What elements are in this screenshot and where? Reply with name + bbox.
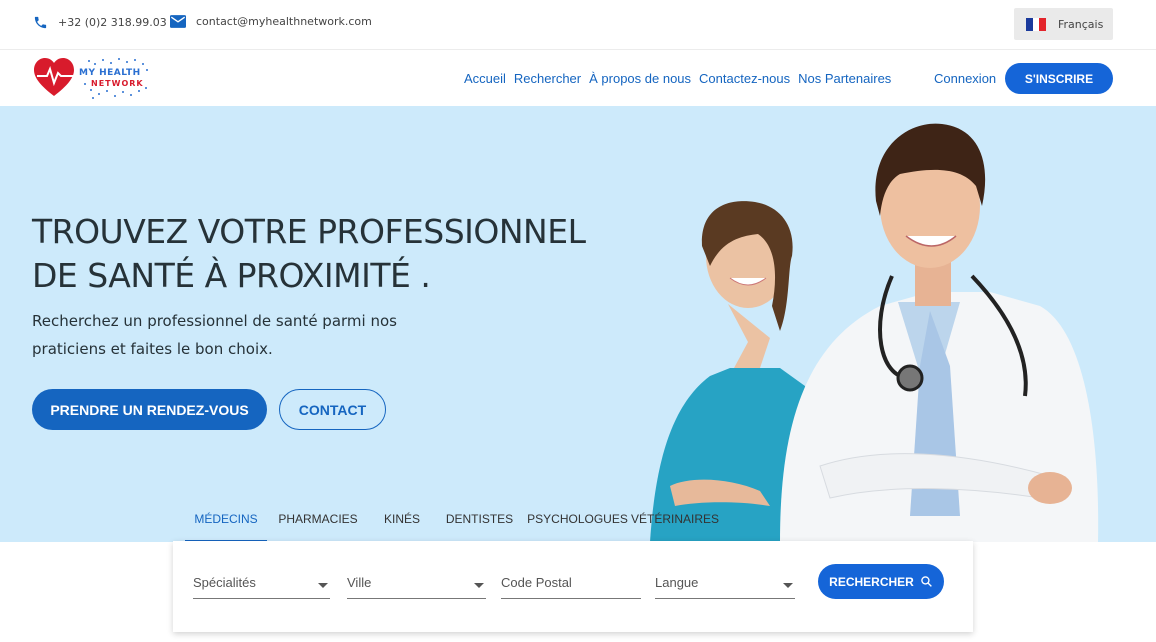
nav-links: Accueil Rechercher À propos de nous Cont… [464, 71, 899, 86]
contact-button[interactable]: CONTACT [279, 389, 386, 430]
france-flag-icon [1026, 17, 1047, 31]
language-field-label: Langue [655, 575, 699, 590]
tab-pharmacies[interactable]: PHARMACIES [267, 500, 369, 542]
chevron-down-icon [318, 583, 328, 588]
site-logo[interactable]: MY HEALTH NETWORK [33, 56, 151, 100]
nav-link-a-propos[interactable]: À propos de nous [589, 71, 691, 86]
category-tabs: MÉDECINS PHARMACIES KINÉS DENTISTES PSYC… [185, 500, 719, 542]
language-selector[interactable]: Français [1014, 8, 1113, 40]
search-panel: Spécialités Ville Code Postal Langue REC… [173, 541, 973, 632]
postal-code-placeholder: Code Postal [501, 575, 572, 590]
email-address: contact@myhealthnetwork.com [196, 15, 372, 28]
logo-text-bottom: NETWORK [91, 79, 144, 88]
postal-code-input[interactable]: Code Postal [501, 575, 641, 599]
hero-subtitle: Recherchez un professionnel de santé par… [32, 312, 397, 358]
language-select[interactable]: Langue [655, 575, 795, 599]
nav-link-rechercher[interactable]: Rechercher [514, 71, 581, 86]
specialty-select[interactable]: Spécialités [193, 575, 330, 599]
logo-text-top: MY HEALTH [79, 68, 141, 78]
tab-veterinaires[interactable]: VÉTÉRINAIRES [631, 500, 719, 542]
phone-contact[interactable]: +32 (0)2 318.99.03 [33, 15, 167, 30]
search-button-label: RECHERCHER [829, 574, 914, 589]
main-navbar: MY HEALTH NETWORK Accueil Rechercher À p… [0, 50, 1156, 106]
phone-number: +32 (0)2 318.99.03 [58, 16, 167, 29]
nav-link-partenaires[interactable]: Nos Partenaires [798, 71, 891, 86]
chevron-down-icon [474, 583, 484, 588]
tab-kines[interactable]: KINÉS [369, 500, 435, 542]
email-contact[interactable]: contact@myhealthnetwork.com [170, 15, 372, 28]
book-appointment-button[interactable]: PRENDRE UN RENDEZ-VOUS [32, 389, 267, 430]
tab-psychologues[interactable]: PSYCHOLOGUES [524, 500, 631, 542]
tab-medecins[interactable]: MÉDECINS [185, 500, 267, 542]
hero-title-line-1: TROUVEZ VOTRE PROFESSIONNEL [32, 212, 586, 251]
city-label: Ville [347, 575, 372, 590]
login-link[interactable]: Connexion [934, 71, 996, 86]
search-button[interactable]: RECHERCHER [818, 564, 944, 599]
top-contact-bar: +32 (0)2 318.99.03 contact@myhealthnetwo… [0, 0, 1156, 50]
doctor-figure [780, 123, 1099, 542]
chevron-down-icon [783, 583, 793, 588]
doctors-photo [650, 123, 1099, 542]
hero-section: TROUVEZ VOTRE PROFESSIONNEL DE SANTÉ À P… [0, 106, 1156, 542]
signup-button[interactable]: S'INSCRIRE [1005, 63, 1113, 94]
nav-link-accueil[interactable]: Accueil [464, 71, 506, 86]
hero-title-line-2: DE SANTÉ À PROXIMITÉ . [32, 256, 431, 295]
language-label: Français [1058, 17, 1104, 31]
tab-dentistes[interactable]: DENTISTES [435, 500, 524, 542]
specialty-label: Spécialités [193, 575, 256, 590]
mail-icon [170, 15, 186, 28]
heart-logo-icon [34, 58, 148, 99]
nav-link-contact[interactable]: Contactez-nous [699, 71, 790, 86]
phone-icon [34, 16, 47, 29]
search-icon [921, 576, 932, 587]
hero-title: TROUVEZ VOTRE PROFESSIONNEL DE SANTÉ À P… [32, 210, 672, 298]
city-select[interactable]: Ville [347, 575, 486, 599]
